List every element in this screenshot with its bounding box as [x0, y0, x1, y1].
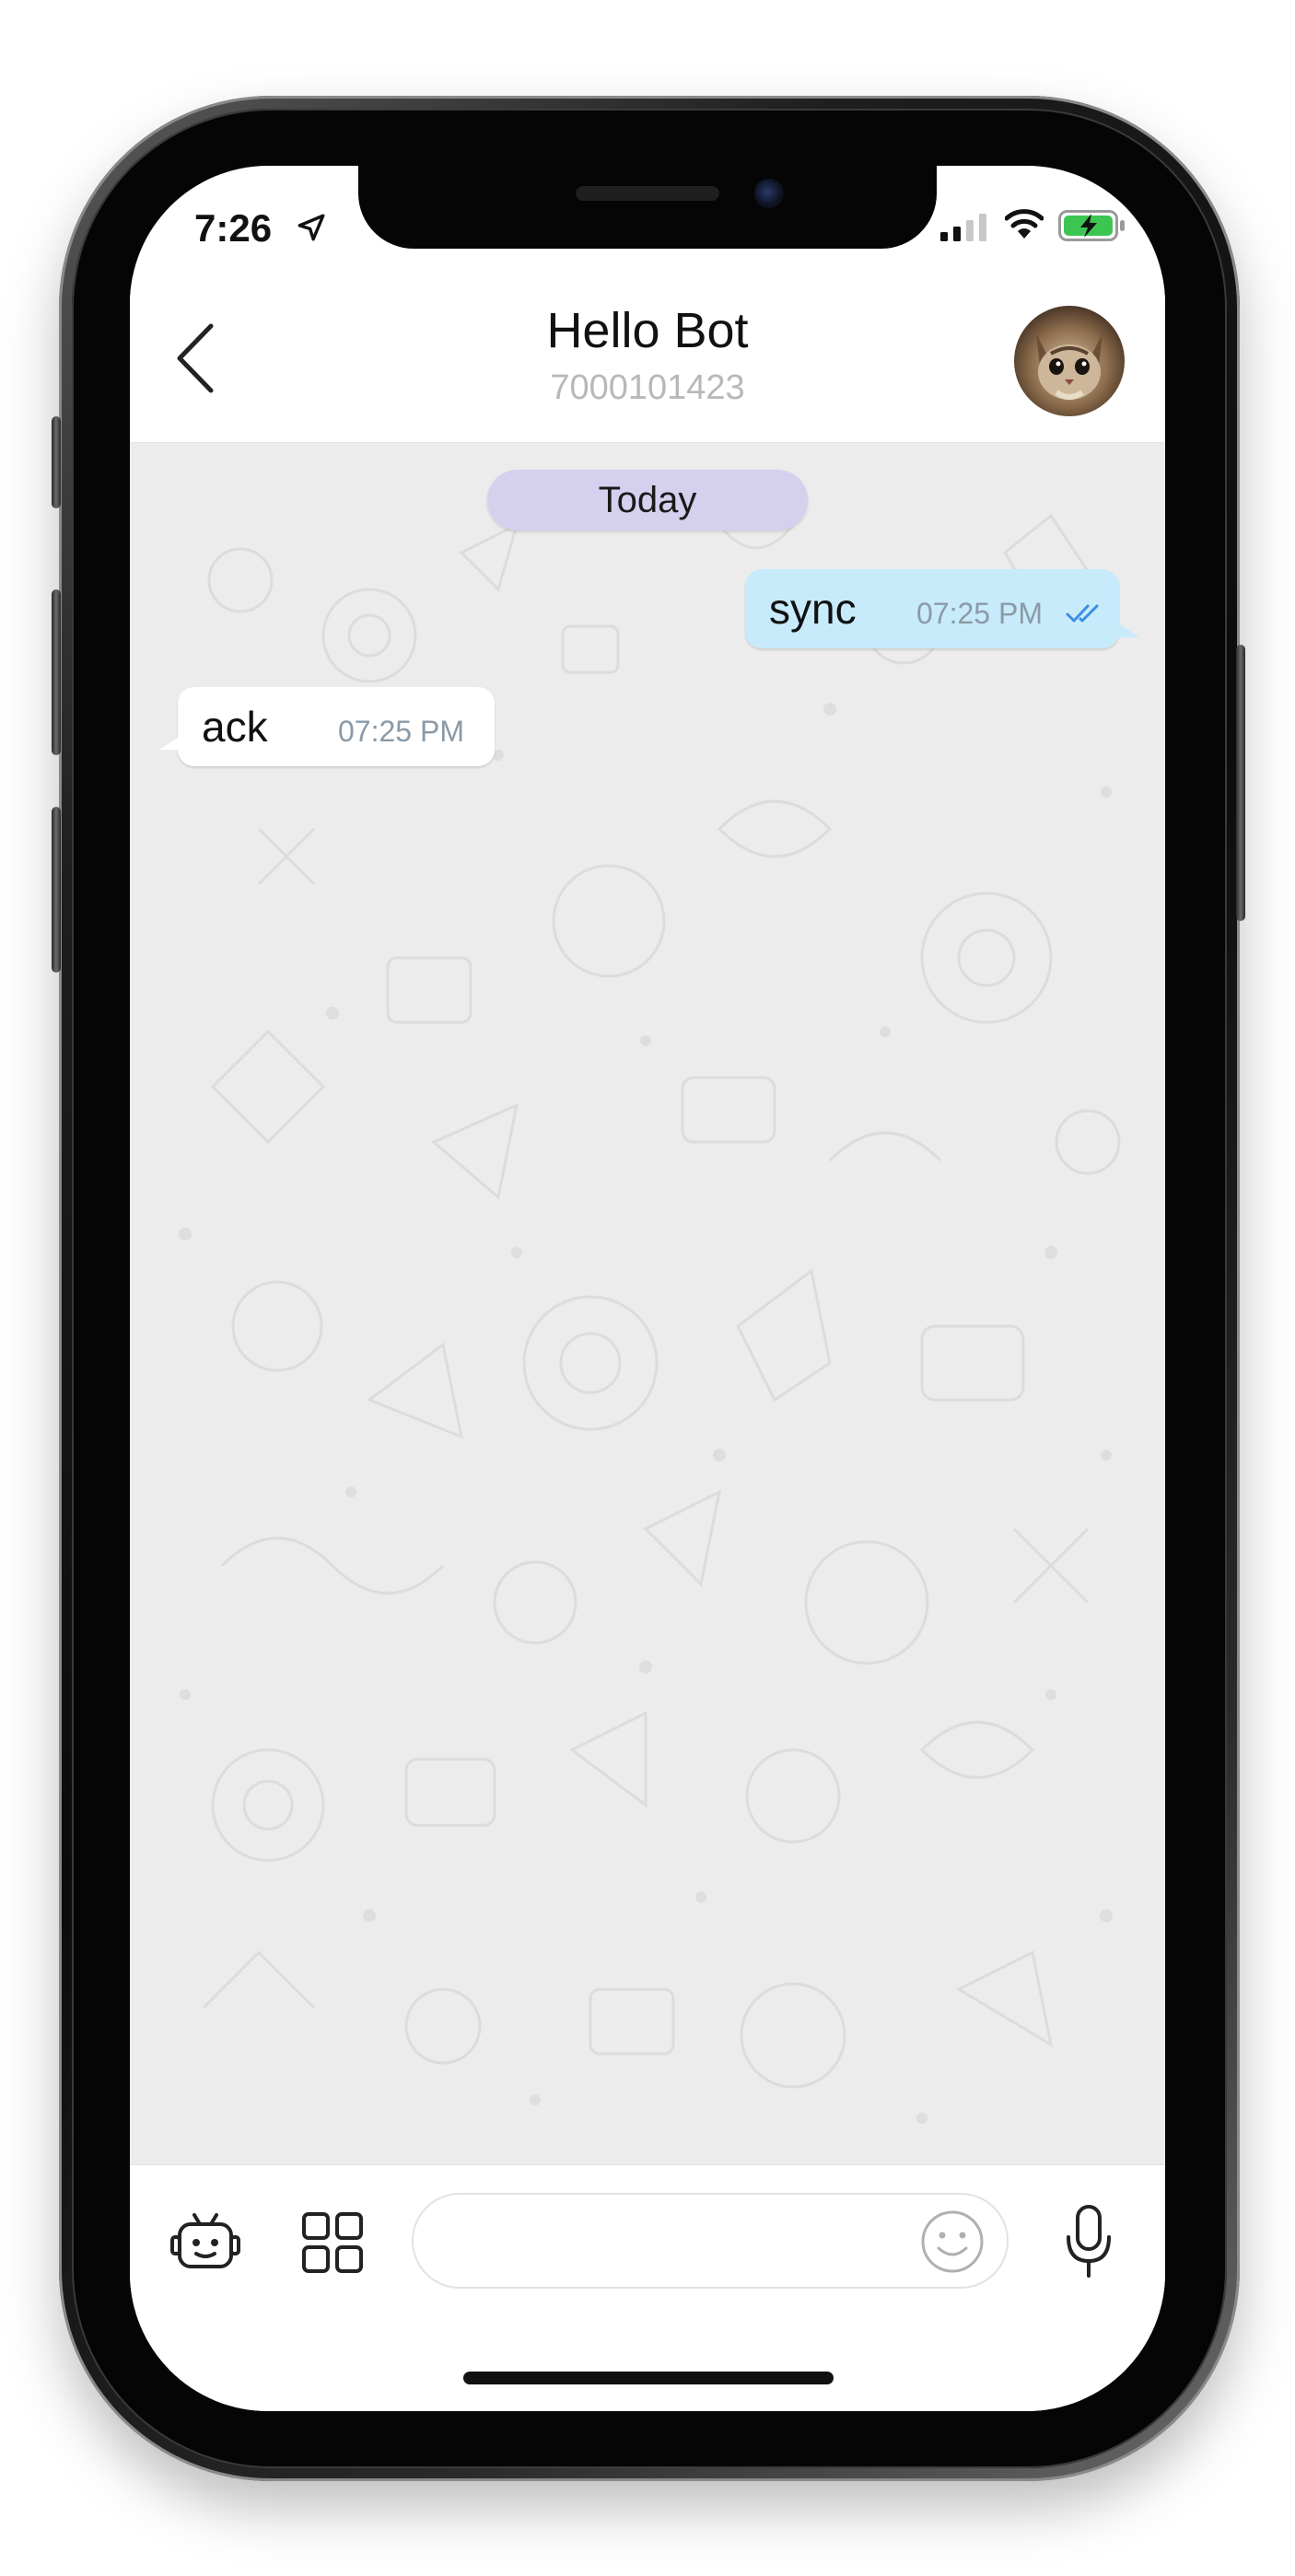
phone-screen: 7:26 Hello Bot 7000101423 Today sync 07:…	[130, 166, 1165, 2411]
cellular-signal-icon	[940, 214, 986, 241]
notch	[358, 166, 937, 249]
message-timestamp: 07:25 PM	[338, 715, 464, 748]
cat-avatar-icon	[1014, 306, 1125, 416]
grid-icon[interactable]	[301, 2211, 364, 2274]
chat-subtitle: 7000101423	[550, 368, 745, 407]
message-input[interactable]	[412, 2193, 1009, 2289]
bubble-tail	[159, 737, 180, 750]
volume-down-button	[52, 807, 61, 973]
message-text: ack	[202, 703, 268, 751]
bubble-tail	[1117, 623, 1139, 637]
message-timestamp: 07:25 PM	[916, 597, 1043, 630]
microphone-icon[interactable]	[1064, 2204, 1114, 2279]
wifi-icon	[1005, 209, 1044, 239]
power-button	[1236, 645, 1245, 921]
date-separator: Today	[487, 470, 808, 530]
composer-bar	[130, 2164, 1165, 2411]
incoming-message-bubble[interactable]: ack 07:25 PM	[159, 687, 495, 766]
chat-header: Hello Bot 7000101423	[130, 276, 1165, 443]
battery-charging-icon	[1058, 210, 1125, 241]
outgoing-message-bubble[interactable]: sync 07:25 PM	[745, 569, 1139, 648]
message-list[interactable]: Today sync 07:25 PM ack 07:25 PM	[130, 442, 1165, 2164]
front-camera	[754, 179, 784, 208]
mute-switch	[52, 416, 61, 508]
home-indicator[interactable]	[463, 2372, 834, 2384]
avatar[interactable]	[1014, 306, 1125, 416]
volume-up-button	[52, 589, 61, 755]
bot-icon[interactable]	[170, 2211, 240, 2274]
message-text: sync	[769, 585, 857, 633]
location-arrow-icon	[298, 214, 325, 241]
double-check-icon	[1066, 604, 1099, 623]
chat-title: Hello Bot	[546, 303, 749, 358]
status-time: 7:26	[194, 206, 273, 250]
emoji-icon[interactable]	[920, 2209, 985, 2274]
earpiece-speaker	[576, 186, 719, 201]
